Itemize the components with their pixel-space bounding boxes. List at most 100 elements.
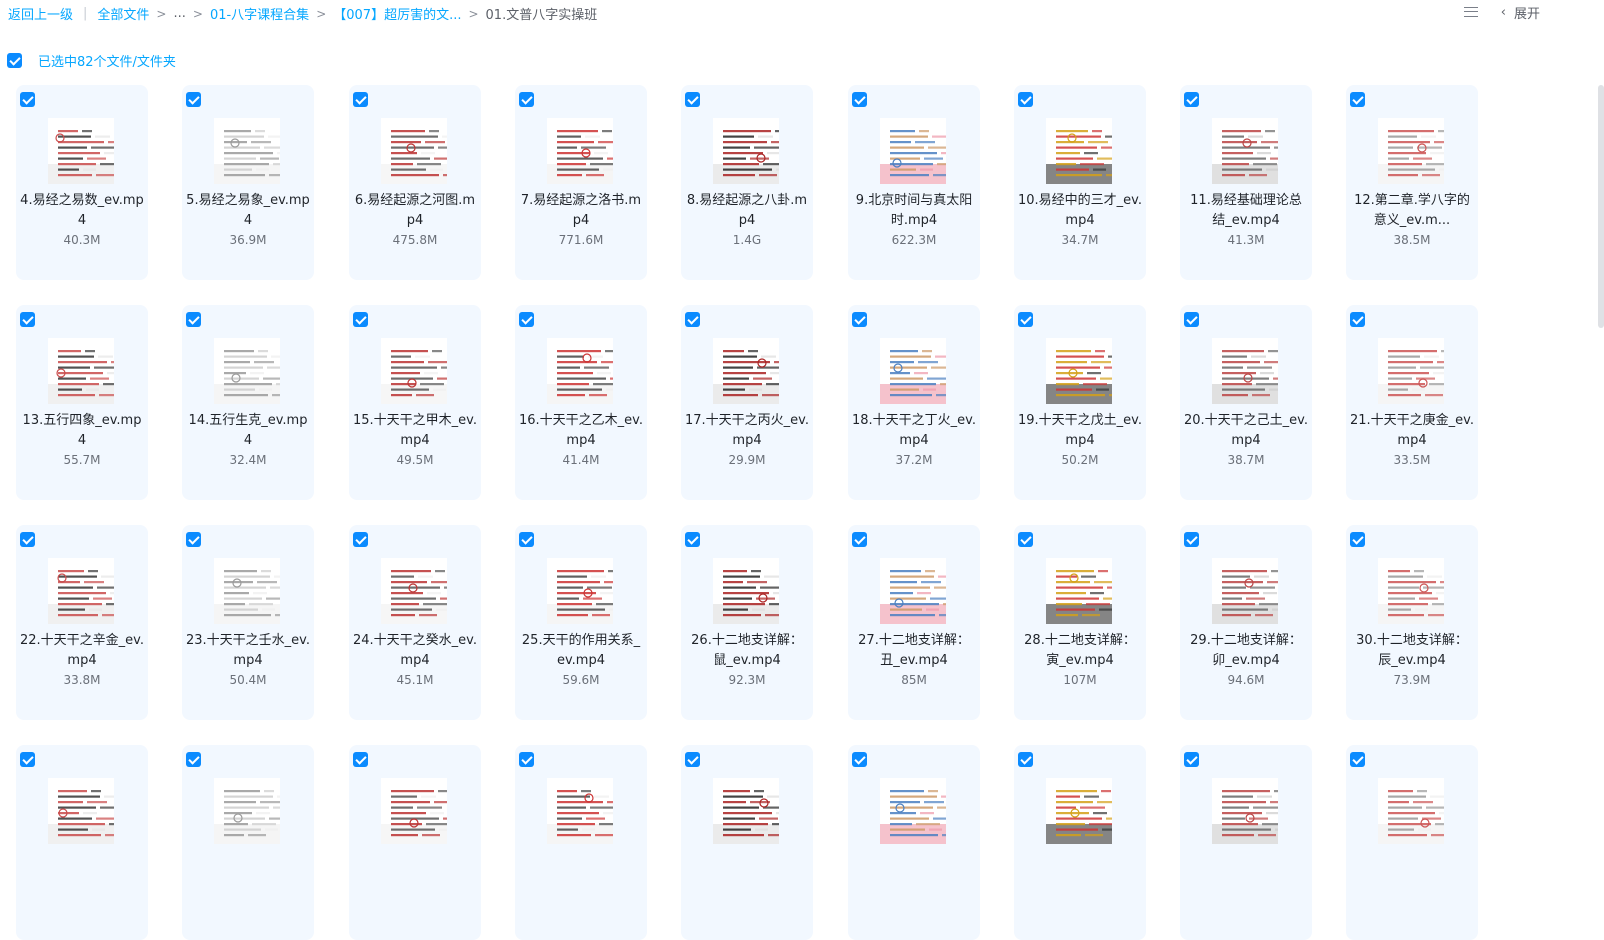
file-tile[interactable]: 20.十天干之己土_ev.mp4 38.7M [1180, 305, 1312, 500]
file-tile[interactable]: 10.易经中的三才_ev.mp4 34.7M [1014, 85, 1146, 280]
thumbnail-graphic [48, 558, 114, 624]
file-tile[interactable]: 26.十二地支详解：鼠_ev.mp4 92.3M [681, 525, 813, 720]
file-tile[interactable]: 15.十天干之甲木_ev.mp4 49.5M [349, 305, 481, 500]
breadcrumb-ellipsis[interactable]: ... [173, 6, 185, 21]
file-size: 29.9M [728, 453, 766, 467]
file-checkbox[interactable] [519, 752, 534, 767]
file-tile[interactable]: 27.十二地支详解：丑_ev.mp4 85M [848, 525, 980, 720]
file-tile[interactable] [848, 745, 980, 940]
file-name: 25.天干的作用关系_ev.mp4 [521, 633, 641, 668]
expand-button[interactable]: ‹ 展开 [1501, 3, 1540, 22]
file-tile[interactable] [515, 745, 647, 940]
video-thumbnail [713, 558, 779, 624]
file-checkbox[interactable] [1018, 92, 1033, 107]
file-tile[interactable]: 23.十天干之壬水_ev.mp4 50.4M [182, 525, 314, 720]
file-tile[interactable]: 8.易经起源之八卦.mp4 1.4G [681, 85, 813, 280]
file-checkbox[interactable] [20, 532, 35, 547]
scrollbar[interactable] [1598, 85, 1604, 328]
file-tile[interactable] [1180, 745, 1312, 940]
back-link[interactable]: 返回上一级 [8, 4, 73, 23]
file-checkbox[interactable] [186, 532, 201, 547]
chevron-left-icon: ‹ [1500, 5, 1506, 20]
file-checkbox[interactable] [1350, 312, 1365, 327]
file-tile[interactable] [16, 745, 148, 940]
file-checkbox[interactable] [20, 752, 35, 767]
file-checkbox[interactable] [1184, 752, 1199, 767]
file-checkbox[interactable] [1184, 92, 1199, 107]
file-checkbox[interactable] [519, 532, 534, 547]
file-tile[interactable]: 19.十天干之戊土_ev.mp4 50.2M [1014, 305, 1146, 500]
video-thumbnail [1212, 558, 1278, 624]
file-checkbox[interactable] [1018, 752, 1033, 767]
file-tile[interactable]: 14.五行生克_ev.mp4 32.4M [182, 305, 314, 500]
file-tile[interactable]: 30.十二地支详解：辰_ev.mp4 73.9M [1346, 525, 1478, 720]
file-checkbox[interactable] [685, 92, 700, 107]
file-checkbox[interactable] [20, 92, 35, 107]
file-checkbox[interactable] [1184, 312, 1199, 327]
file-tile[interactable]: 28.十二地支详解：寅_ev.mp4 107M [1014, 525, 1146, 720]
file-checkbox[interactable] [353, 92, 368, 107]
breadcrumb-level2[interactable]: 【007】超厉害的文... [333, 4, 461, 23]
thumbnail-graphic [48, 338, 114, 404]
file-tile[interactable]: 17.十天干之丙火_ev.mp4 29.9M [681, 305, 813, 500]
file-checkbox[interactable] [852, 92, 867, 107]
file-tile[interactable]: 29.十二地支详解：卯_ev.mp4 94.6M [1180, 525, 1312, 720]
file-tile[interactable]: 11.易经基础理论总结_ev.mp4 41.3M [1180, 85, 1312, 280]
file-tile[interactable]: 13.五行四象_ev.mp4 55.7M [16, 305, 148, 500]
file-tile[interactable]: 18.十天干之丁火_ev.mp4 37.2M [848, 305, 980, 500]
file-tile[interactable] [1346, 745, 1478, 940]
file-name: 16.十天干之乙木_ev.mp4 [519, 413, 643, 448]
file-checkbox[interactable] [685, 532, 700, 547]
file-tile[interactable]: 4.易经之易数_ev.mp4 40.3M [16, 85, 148, 280]
file-size: 475.8M [392, 233, 438, 247]
file-tile[interactable] [182, 745, 314, 940]
file-checkbox[interactable] [685, 312, 700, 327]
thumbnail-graphic [214, 778, 280, 844]
file-tile[interactable]: 9.北京时间与真太阳时.mp4 622.3M [848, 85, 980, 280]
file-checkbox[interactable] [1018, 312, 1033, 327]
file-checkbox[interactable] [186, 92, 201, 107]
file-checkbox[interactable] [1184, 532, 1199, 547]
file-checkbox[interactable] [20, 312, 35, 327]
breadcrumb-level1[interactable]: 01-八字课程合集 [210, 4, 309, 23]
file-tile[interactable]: 24.十天干之癸水_ev.mp4 45.1M [349, 525, 481, 720]
list-view-icon[interactable] [1463, 6, 1479, 20]
file-tile[interactable]: 5.易经之易象_ev.mp4 36.9M [182, 85, 314, 280]
file-tile[interactable]: 16.十天干之乙木_ev.mp4 41.4M [515, 305, 647, 500]
file-checkbox[interactable] [353, 752, 368, 767]
video-thumbnail [214, 778, 280, 844]
file-tile[interactable]: 6.易经起源之河图.mp4 475.8M [349, 85, 481, 280]
video-thumbnail [547, 778, 613, 844]
file-checkbox[interactable] [852, 312, 867, 327]
file-checkbox[interactable] [1350, 752, 1365, 767]
file-checkbox[interactable] [852, 532, 867, 547]
thumbnail-graphic [880, 778, 946, 844]
file-tile[interactable] [1014, 745, 1146, 940]
select-all-checkbox[interactable] [7, 53, 22, 68]
file-checkbox[interactable] [519, 92, 534, 107]
thumbnail-graphic [880, 558, 946, 624]
file-tile[interactable]: 21.十天干之庚金_ev.mp4 33.5M [1346, 305, 1478, 500]
file-tile[interactable]: 25.天干的作用关系_ev.mp4 59.6M [515, 525, 647, 720]
video-thumbnail [1212, 118, 1278, 184]
file-tile[interactable]: 12.第二章.学八字的意义_ev.m... 38.5M [1346, 85, 1478, 280]
file-checkbox[interactable] [1350, 92, 1365, 107]
file-checkbox[interactable] [353, 312, 368, 327]
breadcrumb-all-files[interactable]: 全部文件 [97, 4, 149, 23]
file-checkbox[interactable] [353, 532, 368, 547]
file-tile[interactable]: 7.易经起源之洛书.mp4 771.6M [515, 85, 647, 280]
file-checkbox[interactable] [186, 312, 201, 327]
file-name: 8.易经起源之八卦.mp4 [686, 193, 808, 228]
file-checkbox[interactable] [519, 312, 534, 327]
file-checkbox[interactable] [1018, 532, 1033, 547]
file-checkbox[interactable] [852, 752, 867, 767]
file-checkbox[interactable] [186, 752, 201, 767]
file-tile[interactable] [349, 745, 481, 940]
file-checkbox[interactable] [685, 752, 700, 767]
file-checkbox[interactable] [1350, 532, 1365, 547]
file-name: 14.五行生克_ev.mp4 [188, 413, 308, 448]
file-size: 94.6M [1227, 673, 1265, 687]
file-tile[interactable] [681, 745, 813, 940]
file-tile[interactable]: 22.十天干之辛金_ev.mp4 33.8M [16, 525, 148, 720]
thumbnail-graphic [547, 558, 613, 624]
